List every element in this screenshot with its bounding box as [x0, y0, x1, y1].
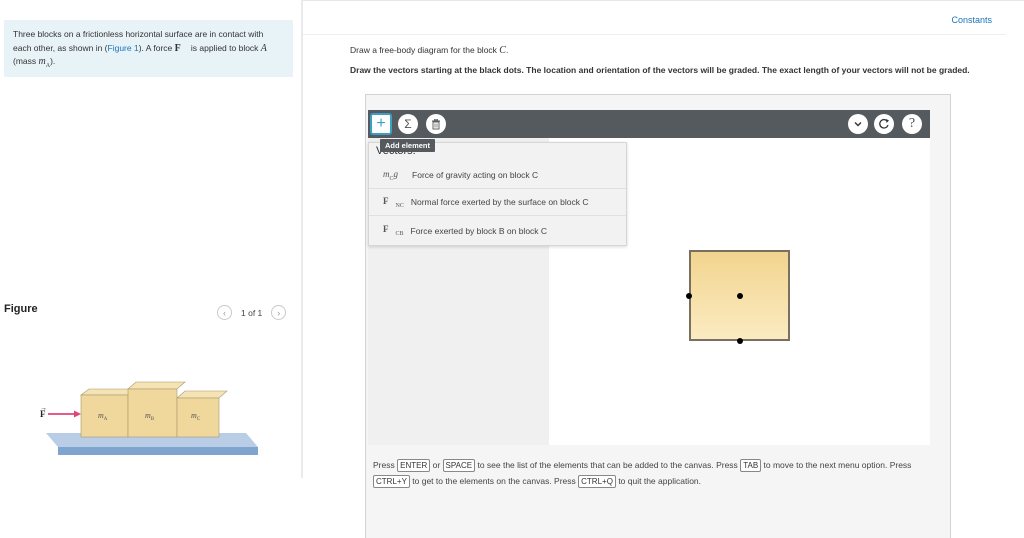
question-icon: ? [908, 116, 916, 131]
constants-link[interactable]: Constants [951, 15, 992, 25]
help-button[interactable]: ? [902, 114, 922, 134]
top-rule [303, 0, 1024, 1]
menu-item-normal-force[interactable]: F⃗NC Normal force exerted by the surface… [369, 189, 626, 216]
chevron-right-icon[interactable]: › [271, 305, 287, 320]
problem-text: is applied to block [188, 42, 261, 53]
force-vector-mark: → [40, 404, 47, 412]
problem-text: ). A force [138, 42, 175, 53]
add-element-tooltip: Add element [380, 139, 436, 152]
three-blocks-figure: F → mA mB mC [40, 381, 258, 455]
mass-symbol: mA [38, 56, 51, 69]
figure-title: Figure [4, 303, 38, 315]
help-text: or [432, 460, 441, 470]
plus-icon: + [376, 115, 386, 132]
block-symbol: A [260, 42, 267, 54]
drawing-toolbar: + Σ ? [368, 110, 930, 138]
problem-text: ). [50, 56, 56, 66]
block-c-symbol: C [499, 45, 506, 56]
block-c [176, 390, 228, 438]
tab-key: TAB [740, 459, 762, 472]
menu-item-contact-force[interactable]: F⃗CB Force exerted by block B on block C [369, 217, 626, 244]
anchor-dot-center[interactable] [737, 293, 743, 299]
instruction-text: Draw a free-body diagram for the block [350, 45, 500, 55]
help-text: to move to the next menu option. Press [763, 460, 912, 470]
constants-bar: Constants [303, 10, 1006, 35]
sum-button[interactable]: Σ [398, 114, 418, 134]
instruction-line-1: Draw a free-body diagram for the block C… [350, 45, 508, 56]
reset-button[interactable] [874, 114, 894, 134]
help-text: Press [373, 460, 395, 470]
figure-pager: ‹ 1 of 1 › [217, 305, 287, 320]
gravity-symbol: mCg⃗ [383, 168, 406, 182]
sigma-icon: Σ [404, 117, 412, 131]
help-text: to see the list of the elements that can… [477, 460, 738, 470]
force-arrowhead [74, 410, 81, 418]
problem-statement: Three blocks on a frictionless horizonta… [4, 20, 293, 77]
menu-item-gravity[interactable]: mCg⃗ Force of gravity acting on block C [369, 162, 626, 189]
trash-icon [432, 118, 440, 129]
normal-force-symbol: F⃗NC [383, 195, 404, 209]
delete-button[interactable] [426, 114, 446, 134]
options-dropdown-button[interactable] [848, 114, 868, 134]
anchor-dot-bottom[interactable] [737, 338, 743, 344]
space-key: SPACE [442, 459, 476, 472]
chevron-left-icon[interactable]: ‹ [217, 305, 232, 320]
table-edge [58, 447, 258, 455]
left-pane: Three blocks on a frictionless horizonta… [0, 0, 302, 538]
enter-key: ENTER [397, 459, 431, 472]
reset-icon [879, 118, 889, 129]
figure-page-count: 1 of 1 [241, 307, 263, 318]
figure-link[interactable]: Figure 1 [108, 43, 139, 53]
help-text: to quit the application. [618, 476, 702, 486]
add-element-button[interactable]: + [370, 113, 392, 135]
ctrl-y-key: CTRL+Y [373, 475, 410, 488]
ctrl-q-key: CTRL+Q [578, 475, 616, 488]
add-element-menu: Vectors: mCg⃗ Force of gravity acting on… [368, 142, 627, 246]
problem-text: (mass [13, 56, 39, 66]
instruction-text: . [505, 45, 509, 55]
block-b [127, 381, 186, 438]
menu-item-label: Force exerted by block B on block C [410, 225, 548, 236]
menu-item-label: Force of gravity acting on block C [412, 170, 539, 180]
contact-force-symbol: F⃗CB [383, 224, 404, 237]
instruction-line-2: Draw the vectors starting at the black d… [350, 65, 970, 75]
chevron-down-icon [854, 122, 862, 127]
anchor-dot-left[interactable] [686, 293, 692, 299]
pane-divider[interactable] [301, 0, 303, 478]
help-text: to get to the elements on the canvas. Pr… [412, 476, 576, 486]
menu-item-label: Normal force exerted by the surface on b… [410, 197, 589, 207]
force-symbol: F⃗ [174, 42, 189, 54]
keyboard-help: Press ENTER or SPACE to see the list of … [373, 457, 933, 489]
